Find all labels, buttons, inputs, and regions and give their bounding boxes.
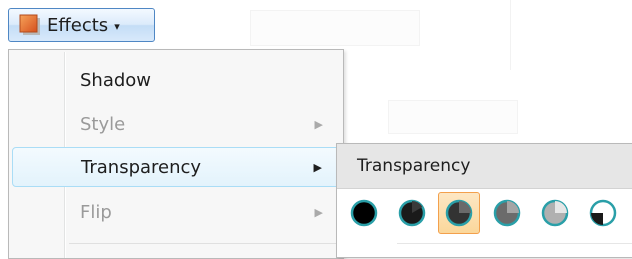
background-divider	[510, 0, 511, 70]
transparency-100-swatch[interactable]	[582, 192, 624, 234]
menu-separator	[69, 243, 339, 244]
chevron-down-icon: ▾	[114, 19, 120, 33]
transparency-80-swatch[interactable]	[534, 192, 576, 234]
menu-item-shadow[interactable]: Shadow	[12, 60, 340, 100]
transparency-40-swatch[interactable]	[438, 192, 480, 234]
transparency-20-swatch[interactable]	[391, 192, 433, 234]
transparency-0-icon	[350, 199, 378, 227]
effects-label: Effects	[47, 14, 109, 36]
effects-dropdown-button[interactable]: Effects ▾	[8, 8, 155, 42]
submenu-arrow-icon: ▶	[313, 160, 322, 174]
effects-menu: Shadow Style ▶ Transparency ▶ Flip ▶	[8, 49, 344, 259]
submenu-arrow-icon: ▶	[314, 117, 323, 131]
transparency-0-swatch[interactable]	[343, 192, 385, 234]
transparency-80-icon	[541, 199, 569, 227]
transparency-20-icon	[398, 199, 426, 227]
background-field-2	[388, 100, 518, 134]
menu-item-style[interactable]: Style ▶	[12, 104, 340, 144]
effects-square-icon	[19, 14, 41, 36]
transparency-submenu: Transparency	[336, 143, 632, 258]
background-field	[250, 10, 420, 46]
menu-item-label: Transparency	[81, 156, 202, 178]
submenu-divider	[397, 243, 632, 244]
menu-item-label: Style	[80, 113, 126, 135]
menu-item-label: Flip	[80, 201, 112, 223]
submenu-title: Transparency	[357, 156, 471, 176]
transparency-40-icon	[445, 199, 473, 227]
transparency-100-icon	[589, 199, 617, 227]
transparency-60-swatch[interactable]	[486, 192, 528, 234]
submenu-header: Transparency	[337, 144, 632, 189]
transparency-60-icon	[493, 199, 521, 227]
submenu-arrow-icon: ▶	[314, 205, 323, 219]
menu-item-flip[interactable]: Flip ▶	[12, 192, 340, 232]
menu-item-label: Shadow	[80, 69, 152, 91]
menu-item-transparency[interactable]: Transparency ▶	[12, 147, 340, 187]
